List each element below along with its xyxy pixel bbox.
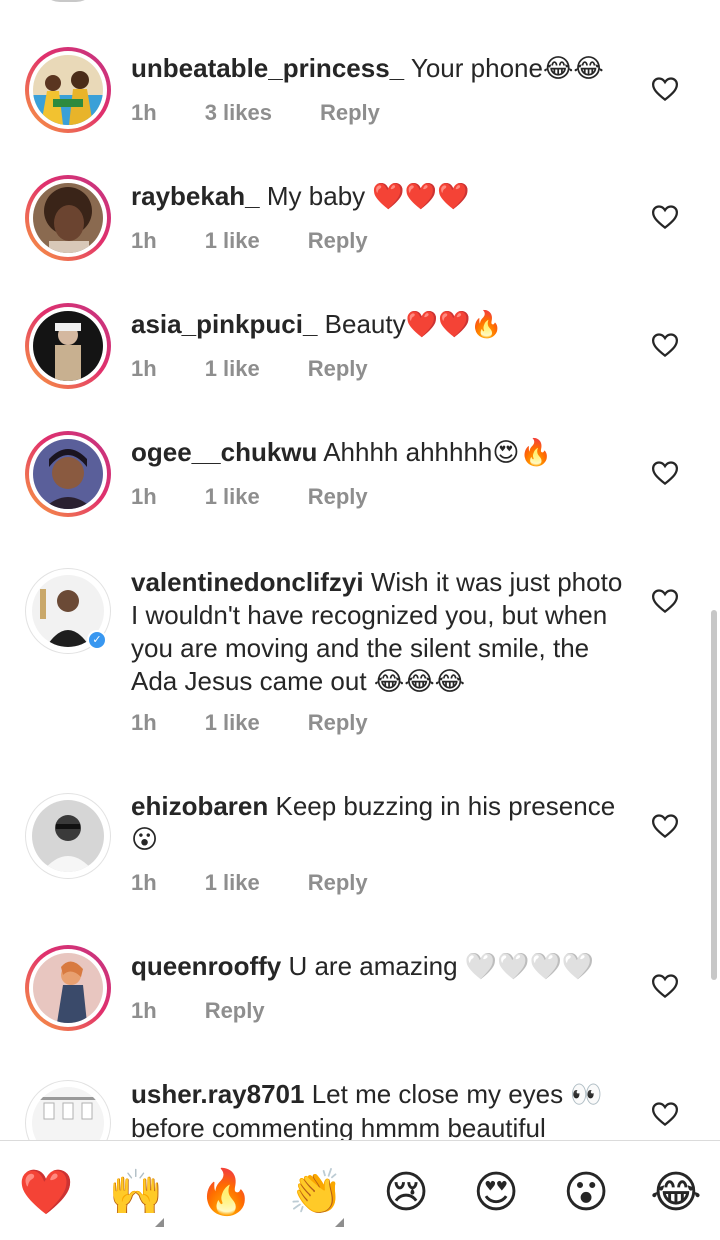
reaction-clapping-glyph: 👏 [288, 1167, 344, 1218]
comment-body: U are amazing [288, 951, 458, 981]
reaction-clapping-icon[interactable]: 👏 [286, 1163, 346, 1227]
avatar-image [32, 1087, 104, 1140]
reply-button[interactable]: Reply [308, 870, 368, 895]
reaction-raised-hands-glyph: 🙌 [108, 1167, 164, 1218]
comment-emojis: 👀 [570, 1080, 603, 1110]
reply-button[interactable]: Reply [308, 356, 368, 381]
comment-body: Your phone [410, 53, 543, 83]
reaction-fire-icon[interactable]: 🔥 [196, 1163, 256, 1223]
like-heart-icon[interactable] [650, 330, 680, 360]
comment-emojis: 😂😂😂 [373, 667, 465, 697]
comment-time: 1h [131, 710, 157, 735]
comment-username[interactable]: unbeatable_princess_ [131, 53, 404, 83]
comment-text: unbeatable_princess_ Your phone😂😂 [131, 52, 631, 86]
comment-likes[interactable]: 1 like [205, 870, 260, 895]
comment-time: 1h [131, 870, 157, 895]
skin-tone-indicator-icon [335, 1218, 344, 1227]
comment-meta: 1h 3 likes Reply [131, 100, 428, 126]
avatar[interactable] [25, 1080, 111, 1140]
like-heart-icon[interactable] [650, 1099, 680, 1129]
like-heart-icon[interactable] [650, 458, 680, 488]
quick-reaction-bar: ❤️ 🙌 🔥 👏 😢 😍 😮 😂 [0, 1140, 720, 1240]
comment-meta: 1h 1 like Reply [131, 710, 416, 736]
avatar[interactable] [25, 793, 111, 879]
comment-likes[interactable]: 1 like [205, 710, 260, 735]
like-heart-icon[interactable] [650, 202, 680, 232]
comment-body: My baby [266, 181, 366, 211]
comments-list[interactable]: unbeatable_princess_ Your phone😂😂 1h 3 li… [0, 0, 720, 1140]
comment-likes[interactable]: 1 like [205, 356, 260, 381]
reaction-surprised-face-icon[interactable]: 😮 [556, 1163, 616, 1223]
avatar-image [32, 800, 104, 872]
comment-text: queenrooffy U are amazing 🤍🤍🤍🤍 [131, 950, 631, 984]
comment-text: raybekah_ My baby ❤️❤️❤️ [131, 180, 631, 214]
avatar[interactable] [25, 431, 111, 517]
comment-username[interactable]: asia_pinkpuci_ [131, 309, 317, 339]
reaction-laughing-tears-icon[interactable]: 😂 [646, 1163, 706, 1223]
avatar-image [33, 439, 103, 509]
avatar-image [33, 55, 103, 125]
avatar[interactable]: ✓ [25, 568, 111, 654]
comment-time: 1h [131, 228, 157, 253]
avatar-image [33, 311, 103, 381]
reply-button[interactable]: Reply [308, 484, 368, 509]
comment-username[interactable]: raybekah_ [131, 181, 260, 211]
comment-text: asia_pinkpuci_ Beauty❤️❤️🔥 [131, 308, 631, 342]
comment-emojis: ❤️❤️❤️ [372, 182, 470, 212]
comment-text: usher.ray8701 Let me close my eyes 👀 bef… [131, 1078, 631, 1140]
avatar-image [33, 953, 103, 1023]
comment-time: 1h [131, 484, 157, 509]
skin-tone-indicator-icon [155, 1218, 164, 1227]
like-heart-icon[interactable] [650, 586, 680, 616]
comment-body-continued: before commenting hmmm beautiful [131, 1113, 546, 1140]
comment-username[interactable]: queenrooffy [131, 951, 281, 981]
comment-meta: 1h 1 like Reply [131, 484, 416, 510]
comment-time: 1h [131, 100, 157, 125]
verified-badge-icon: ✓ [87, 630, 107, 650]
comment-text: ehizobaren Keep buzzing in his presence 😮 [131, 790, 631, 857]
comment-emojis: 😍🔥 [492, 438, 552, 468]
comment-meta: 1h 1 like Reply [131, 870, 416, 896]
avatar-image [33, 183, 103, 253]
comment-username[interactable]: ehizobaren [131, 791, 268, 821]
comment-likes[interactable]: 3 likes [205, 100, 272, 125]
comment-body: Beauty [324, 309, 406, 339]
reply-button[interactable]: Reply [308, 228, 368, 253]
comment-meta: 1h 1 like Reply [131, 228, 416, 254]
scrollbar[interactable] [711, 610, 717, 980]
reaction-raised-hands-icon[interactable]: 🙌 [106, 1163, 166, 1227]
comment-username[interactable]: usher.ray8701 [131, 1079, 304, 1109]
comment-emojis: 🤍🤍🤍🤍 [464, 952, 595, 982]
comment-time: 1h [131, 356, 157, 381]
comment-username[interactable]: ogee__chukwu [131, 437, 317, 467]
comment-body: Let me close my eyes [311, 1079, 564, 1109]
reply-button[interactable]: Reply [308, 710, 368, 735]
comment-meta: 1h Reply [131, 998, 313, 1024]
reaction-heart-eyes-icon[interactable]: 😍 [466, 1163, 526, 1223]
comment-emojis: 😮 [131, 825, 159, 855]
like-heart-icon[interactable] [650, 811, 680, 841]
comment-meta: 1h 1 like Reply [131, 356, 416, 382]
like-heart-icon[interactable] [650, 971, 680, 1001]
comment-body: Ahhhh ahhhhh [323, 437, 493, 467]
reply-button[interactable]: Reply [205, 998, 265, 1023]
comment-emojis: ❤️❤️🔥 [405, 310, 503, 340]
avatar[interactable] [25, 175, 111, 261]
comment-emojis: 😂😂 [542, 54, 604, 84]
reply-button[interactable]: Reply [320, 100, 380, 125]
comment-likes[interactable]: 1 like [205, 484, 260, 509]
like-heart-icon[interactable] [650, 74, 680, 104]
comment-body: Keep buzzing in his presence [275, 791, 616, 821]
avatar[interactable] [25, 47, 111, 133]
comment-text: valentinedonclifzyi Wish it was just pho… [131, 566, 631, 699]
reaction-heart-icon[interactable]: ❤️ [16, 1163, 76, 1223]
comment-username[interactable]: valentinedonclifzyi [131, 567, 364, 597]
reaction-crying-face-icon[interactable]: 😢 [376, 1163, 436, 1223]
avatar[interactable] [25, 945, 111, 1031]
comment-text: ogee__chukwu Ahhhh ahhhhh😍🔥 [131, 436, 631, 470]
comment-likes[interactable]: 1 like [205, 228, 260, 253]
avatar[interactable] [25, 303, 111, 389]
comment-time: 1h [131, 998, 157, 1023]
